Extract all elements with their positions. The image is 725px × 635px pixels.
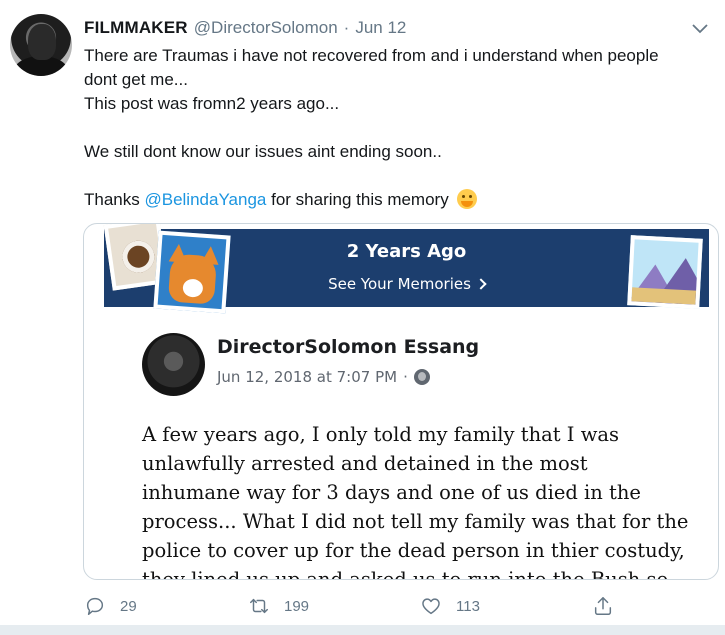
timeline-divider	[0, 625, 725, 635]
tweet-text-line: We still dont know our issues aint endin…	[84, 142, 442, 161]
share-button[interactable]	[592, 593, 628, 619]
reply-icon	[86, 597, 104, 615]
heart-icon	[422, 598, 440, 615]
tweet-header: FILMMAKER @DirectorSolomon · Jun 12	[84, 16, 406, 40]
post-date: Jun 12, 2018 at 7:07 PM ·	[217, 368, 430, 386]
mention-link[interactable]: @BelindaYanga	[144, 190, 266, 209]
like-count: 113	[456, 597, 480, 615]
post-author-avatar	[142, 333, 205, 396]
banner-title: 2 Years Ago	[346, 241, 467, 262]
post-author-name: DirectorSolomon Essang	[217, 336, 480, 358]
user-handle[interactable]: @DirectorSolomon	[194, 18, 338, 38]
see-memories-link: See Your Memories	[104, 275, 709, 293]
hugging-face-emoji-icon	[457, 189, 478, 209]
tweet-text: There are Traumas i have not recovered f…	[84, 44, 714, 212]
retweet-button[interactable]: 199	[248, 593, 309, 619]
tweet-text-line: There are Traumas i have not recovered f…	[84, 46, 659, 65]
retweet-icon	[250, 598, 268, 614]
tweet-text-line: dont get me...	[84, 70, 188, 89]
tweet-actions: 29 199 113	[84, 593, 644, 619]
post-line: they lined us up and asked us to run int…	[142, 568, 669, 580]
tweet-text-thanks: Thanks @BelindaYanga for sharing this me…	[84, 188, 714, 212]
tweet[interactable]: FILMMAKER @DirectorSolomon · Jun 12 Ther…	[0, 0, 725, 625]
like-button[interactable]: 113	[420, 593, 480, 619]
thanks-suffix: for sharing this memory	[271, 190, 449, 209]
chevron-right-icon	[475, 278, 487, 290]
retweet-count: 199	[284, 597, 310, 615]
tweet-date[interactable]: Jun 12	[355, 18, 406, 38]
thanks-prefix: Thanks	[84, 190, 140, 209]
post-date-separator: ·	[403, 368, 408, 386]
share-icon	[594, 597, 612, 615]
reply-button[interactable]: 29	[84, 593, 137, 619]
post-line: unlawfully arrested and detained in the …	[142, 452, 588, 475]
chevron-down-icon[interactable]	[689, 18, 711, 40]
post-line: process... What I did not tell my family…	[142, 510, 689, 533]
header-separator: ·	[343, 18, 350, 37]
post-body: A few years ago, I only told my family t…	[142, 420, 702, 580]
post-line: police to cover up for the dead person i…	[142, 539, 685, 562]
reply-count: 29	[120, 597, 137, 615]
post-date-text: Jun 12, 2018 at 7:07 PM	[217, 368, 398, 386]
author-avatar[interactable]	[10, 14, 72, 76]
post-line: A few years ago, I only told my family t…	[142, 423, 620, 446]
display-name[interactable]: FILMMAKER	[84, 18, 188, 38]
tweet-text-line: This post was fromn2 years ago...	[84, 94, 340, 113]
post-line: inhumane way for 3 days and one of us di…	[142, 481, 641, 504]
see-memories-label: See Your Memories	[328, 275, 471, 293]
globe-icon	[413, 369, 430, 385]
memory-banner: 2 Years Ago See Your Memories	[103, 224, 709, 314]
memory-image-card[interactable]: 2 Years Ago See Your Memories DirectorSo…	[83, 223, 719, 580]
